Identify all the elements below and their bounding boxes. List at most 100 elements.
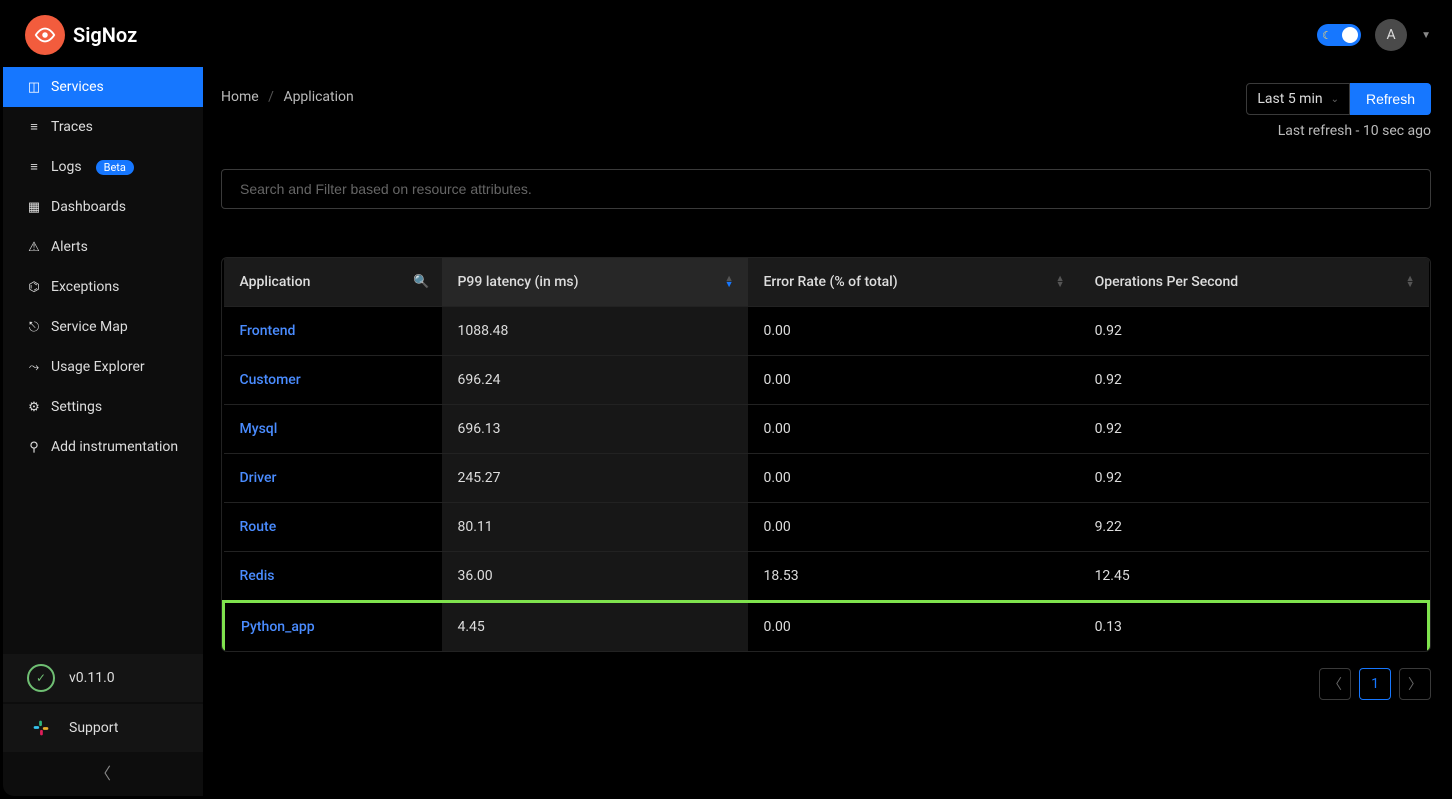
- bug-icon: ⌬: [27, 280, 41, 295]
- sidebar-item-label: Alerts: [51, 239, 88, 255]
- dashboard-icon: ▦: [27, 200, 41, 215]
- time-range-select[interactable]: Last 5 min ⌄: [1246, 83, 1350, 115]
- check-circle-icon: ✓: [27, 664, 55, 692]
- support-label: Support: [69, 720, 118, 736]
- chevron-left-icon: 〈: [95, 760, 111, 784]
- service-link[interactable]: Mysql: [240, 421, 278, 437]
- table-row: Route 80.110.009.22: [224, 503, 1429, 552]
- menu-icon: ≡: [27, 159, 41, 175]
- sidebar-item-traces[interactable]: ≡ Traces: [3, 107, 203, 147]
- col-error-rate[interactable]: Error Rate (% of total) ▲▼: [748, 258, 1079, 307]
- brand-name: SigNoz: [73, 23, 137, 47]
- table-row: Customer 696.240.000.92: [224, 356, 1429, 405]
- next-page-button[interactable]: 〉: [1399, 668, 1431, 700]
- sidebar-item-add-instrumentation[interactable]: ⚲Add instrumentation: [3, 427, 203, 467]
- theme-toggle[interactable]: ☾: [1317, 24, 1361, 46]
- error-cell: 0.00: [748, 602, 1079, 652]
- ops-cell: 0.92: [1079, 405, 1429, 454]
- error-cell: 0.00: [748, 405, 1079, 454]
- breadcrumb-current: Application: [283, 89, 353, 105]
- sidebar-item-logs[interactable]: ≡LogsBeta: [3, 147, 203, 187]
- main-content: Home / Application Last 5 min ⌄ Refresh …: [203, 67, 1449, 796]
- sidebar-item-label: Services: [51, 79, 104, 95]
- col-p99[interactable]: P99 latency (in ms) ▲▼: [442, 258, 748, 307]
- line-chart-icon: ⤳: [27, 360, 41, 375]
- sidebar-item-settings[interactable]: ⚙ Settings: [3, 387, 203, 427]
- bar-chart-icon: ◫: [27, 80, 41, 95]
- version-label: v0.11.0: [69, 670, 115, 686]
- gear-icon: ⚙: [27, 400, 41, 415]
- sidebar-item-label: Service Map: [51, 319, 128, 335]
- breadcrumb-home[interactable]: Home: [221, 89, 259, 105]
- table-row: Frontend 1088.480.000.92: [224, 307, 1429, 356]
- service-link[interactable]: Driver: [240, 470, 277, 486]
- prev-page-button[interactable]: 〈: [1319, 668, 1351, 700]
- page-number-button[interactable]: 1: [1359, 668, 1391, 700]
- slack-icon: [27, 714, 55, 742]
- p99-cell: 1088.48: [442, 307, 748, 356]
- sidebar-item-dashboards[interactable]: ▦ Dashboards: [3, 187, 203, 227]
- p99-cell: 696.13: [442, 405, 748, 454]
- error-cell: 0.00: [748, 356, 1079, 405]
- sidebar-item-label: Usage Explorer: [51, 359, 145, 375]
- support-item[interactable]: Support: [3, 704, 203, 752]
- p99-cell: 4.45: [442, 602, 748, 652]
- pagination: 〈 1 〉: [221, 668, 1431, 700]
- sidebar-item-label: Dashboards: [51, 199, 126, 215]
- sidebar-item-alerts[interactable]: ⚠ Alerts: [3, 227, 203, 267]
- api-icon: ⚲: [27, 440, 41, 455]
- col-application[interactable]: Application 🔍: [224, 258, 442, 307]
- caret-down-icon[interactable]: ▼: [1421, 30, 1431, 41]
- sort-icon: ▲▼: [1056, 276, 1065, 288]
- deployment-icon: ⎋: [27, 320, 41, 335]
- ops-cell: 0.13: [1079, 602, 1429, 652]
- search-icon[interactable]: 🔍: [413, 275, 429, 290]
- menu-icon: ≡: [27, 119, 41, 135]
- p99-cell: 696.24: [442, 356, 748, 405]
- table-row: Redis 36.0018.5312.45: [224, 552, 1429, 602]
- sidebar-item-label: Exceptions: [51, 279, 119, 295]
- service-link[interactable]: Redis: [240, 568, 275, 584]
- eye-icon: [25, 15, 65, 55]
- sidebar-item-label: Traces: [51, 119, 93, 135]
- service-link[interactable]: Python_app: [241, 619, 315, 635]
- beta-badge: Beta: [96, 160, 134, 175]
- alert-icon: ⚠: [27, 240, 41, 255]
- moon-icon: ☾: [1322, 29, 1332, 42]
- search-input[interactable]: [221, 169, 1431, 209]
- sort-icon: ▲▼: [725, 276, 734, 288]
- ops-cell: 12.45: [1079, 552, 1429, 602]
- p99-cell: 36.00: [442, 552, 748, 602]
- user-avatar[interactable]: A: [1375, 19, 1407, 51]
- service-link[interactable]: Frontend: [240, 323, 296, 339]
- ops-cell: 0.92: [1079, 307, 1429, 356]
- refresh-button[interactable]: Refresh: [1350, 83, 1431, 115]
- service-link[interactable]: Customer: [240, 372, 301, 388]
- ops-cell: 0.92: [1079, 356, 1429, 405]
- sidebar-item-service-map[interactable]: ⎋ Service Map: [3, 307, 203, 347]
- sidebar-item-services[interactable]: ◫ Services: [3, 67, 203, 107]
- error-cell: 0.00: [748, 503, 1079, 552]
- ops-cell: 9.22: [1079, 503, 1429, 552]
- table-row: Mysql 696.130.000.92: [224, 405, 1429, 454]
- sort-icon: ▲▼: [1406, 276, 1415, 288]
- brand-logo[interactable]: SigNoz: [25, 15, 137, 55]
- services-table: Application 🔍 P99 latency (in ms) ▲▼ Err…: [221, 257, 1431, 652]
- error-cell: 0.00: [748, 307, 1079, 356]
- sidebar-item-usage-explorer[interactable]: ⤳ Usage Explorer: [3, 347, 203, 387]
- nav-list: ◫ Services ≡ Traces ≡LogsBeta ▦ Dashboards ⚠ Ale…: [3, 67, 203, 652]
- breadcrumb: Home / Application: [221, 83, 354, 105]
- collapse-sidebar[interactable]: 〈: [3, 752, 203, 792]
- table-row: Driver245.270.000.92: [224, 454, 1429, 503]
- sidebar-item-label: Settings: [51, 399, 102, 415]
- version-item[interactable]: ✓ v0.11.0: [3, 654, 203, 702]
- error-cell: 18.53: [748, 552, 1079, 602]
- service-link[interactable]: Route: [240, 519, 277, 535]
- app-header: SigNoz ☾ A ▼: [3, 3, 1449, 67]
- col-ops[interactable]: Operations Per Second ▲▼: [1079, 258, 1429, 307]
- last-refresh-text: Last refresh - 10 sec ago: [1278, 123, 1431, 139]
- chevron-down-icon: ⌄: [1331, 94, 1339, 105]
- ops-cell: 0.92: [1079, 454, 1429, 503]
- sidebar-item-exceptions[interactable]: ⌬ Exceptions: [3, 267, 203, 307]
- p99-cell: 80.11: [442, 503, 748, 552]
